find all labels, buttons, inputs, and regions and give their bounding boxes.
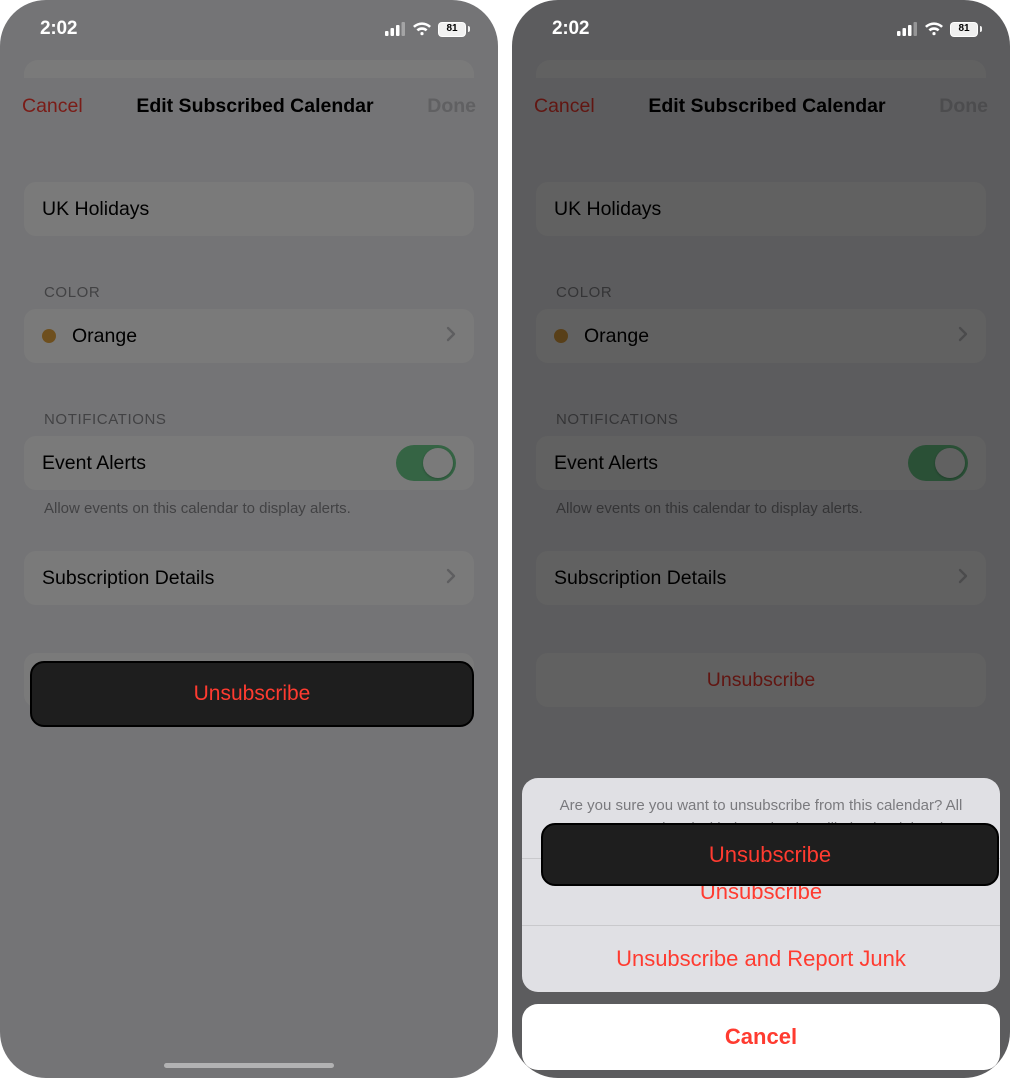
unsubscribe-highlight[interactable]: Unsubscribe xyxy=(30,661,474,727)
status-bar: 2:02 81 xyxy=(512,0,1010,58)
wifi-icon xyxy=(412,22,432,36)
battery-icon: 81 xyxy=(438,22,470,37)
subscription-details-label: Subscription Details xyxy=(554,567,726,590)
battery-percent: 81 xyxy=(958,24,969,34)
done-button[interactable]: Done xyxy=(427,95,476,118)
event-alerts-row: Event Alerts xyxy=(536,436,986,490)
subscription-details-row[interactable]: Subscription Details xyxy=(24,551,474,605)
event-alerts-label: Event Alerts xyxy=(42,452,146,475)
sheet-title: Edit Subscribed Calendar xyxy=(648,95,885,118)
notifications-section-header: NOTIFICATIONS xyxy=(556,411,986,428)
action-sheet-cancel-button[interactable]: Cancel xyxy=(522,1004,1000,1070)
battery-percent: 81 xyxy=(446,24,457,34)
cellular-signal-icon xyxy=(385,22,406,36)
event-alerts-label: Event Alerts xyxy=(554,452,658,475)
sheet-title: Edit Subscribed Calendar xyxy=(136,95,373,118)
phone-left: Cancel Edit Subscribed Calendar Done UK … xyxy=(0,0,498,1078)
home-indicator xyxy=(676,1063,846,1068)
action-sheet-unsubscribe-highlight[interactable]: Unsubscribe xyxy=(541,823,999,886)
color-section-header: COLOR xyxy=(44,284,474,301)
done-button[interactable]: Done xyxy=(939,95,988,118)
cellular-signal-icon xyxy=(897,22,918,36)
event-alerts-hint: Allow events on this calendar to display… xyxy=(556,500,986,517)
battery-icon: 81 xyxy=(950,22,982,37)
chevron-right-icon xyxy=(446,568,456,589)
subscription-details-row[interactable]: Subscription Details xyxy=(536,551,986,605)
home-indicator xyxy=(164,1063,334,1068)
status-bar: 2:02 81 xyxy=(0,0,498,58)
color-name: Orange xyxy=(72,325,137,348)
toggle-knob xyxy=(935,448,965,478)
chevron-right-icon xyxy=(958,568,968,589)
color-row[interactable]: Orange xyxy=(24,309,474,363)
action-sheet-report-junk-button[interactable]: Unsubscribe and Report Junk xyxy=(522,926,1000,992)
event-alerts-toggle[interactable] xyxy=(396,445,456,481)
calendar-name-value: UK Holidays xyxy=(554,198,661,221)
chevron-right-icon xyxy=(446,326,456,347)
unsubscribe-label: Unsubscribe xyxy=(707,669,815,692)
status-time: 2:02 xyxy=(40,18,77,40)
sheet-nav: Cancel Edit Subscribed Calendar Done xyxy=(512,78,1010,134)
color-swatch-icon xyxy=(42,329,56,343)
calendar-name-value: UK Holidays xyxy=(42,198,149,221)
action-sheet-unsubscribe-highlight-label: Unsubscribe xyxy=(709,842,831,868)
cancel-button[interactable]: Cancel xyxy=(22,95,83,118)
color-swatch-icon xyxy=(554,329,568,343)
sheet-nav: Cancel Edit Subscribed Calendar Done xyxy=(0,78,498,134)
notifications-section-header: NOTIFICATIONS xyxy=(44,411,474,428)
unsubscribe-highlight-label: Unsubscribe xyxy=(194,682,311,706)
color-name: Orange xyxy=(584,325,649,348)
edit-calendar-sheet: Cancel Edit Subscribed Calendar Done UK … xyxy=(0,78,498,1078)
toggle-knob xyxy=(423,448,453,478)
action-sheet: Are you sure you want to unsubscribe fro… xyxy=(522,778,1000,1071)
unsubscribe-button[interactable]: Unsubscribe xyxy=(536,653,986,707)
subscription-details-label: Subscription Details xyxy=(42,567,214,590)
chevron-right-icon xyxy=(958,326,968,347)
cancel-button[interactable]: Cancel xyxy=(534,95,595,118)
event-alerts-row: Event Alerts xyxy=(24,436,474,490)
color-section-header: COLOR xyxy=(556,284,986,301)
wifi-icon xyxy=(924,22,944,36)
calendar-name-field[interactable]: UK Holidays xyxy=(536,182,986,236)
phone-right: Cancel Edit Subscribed Calendar Done UK … xyxy=(512,0,1010,1078)
status-time: 2:02 xyxy=(552,18,589,40)
event-alerts-toggle[interactable] xyxy=(908,445,968,481)
event-alerts-hint: Allow events on this calendar to display… xyxy=(44,500,474,517)
calendar-name-field[interactable]: UK Holidays xyxy=(24,182,474,236)
color-row[interactable]: Orange xyxy=(536,309,986,363)
